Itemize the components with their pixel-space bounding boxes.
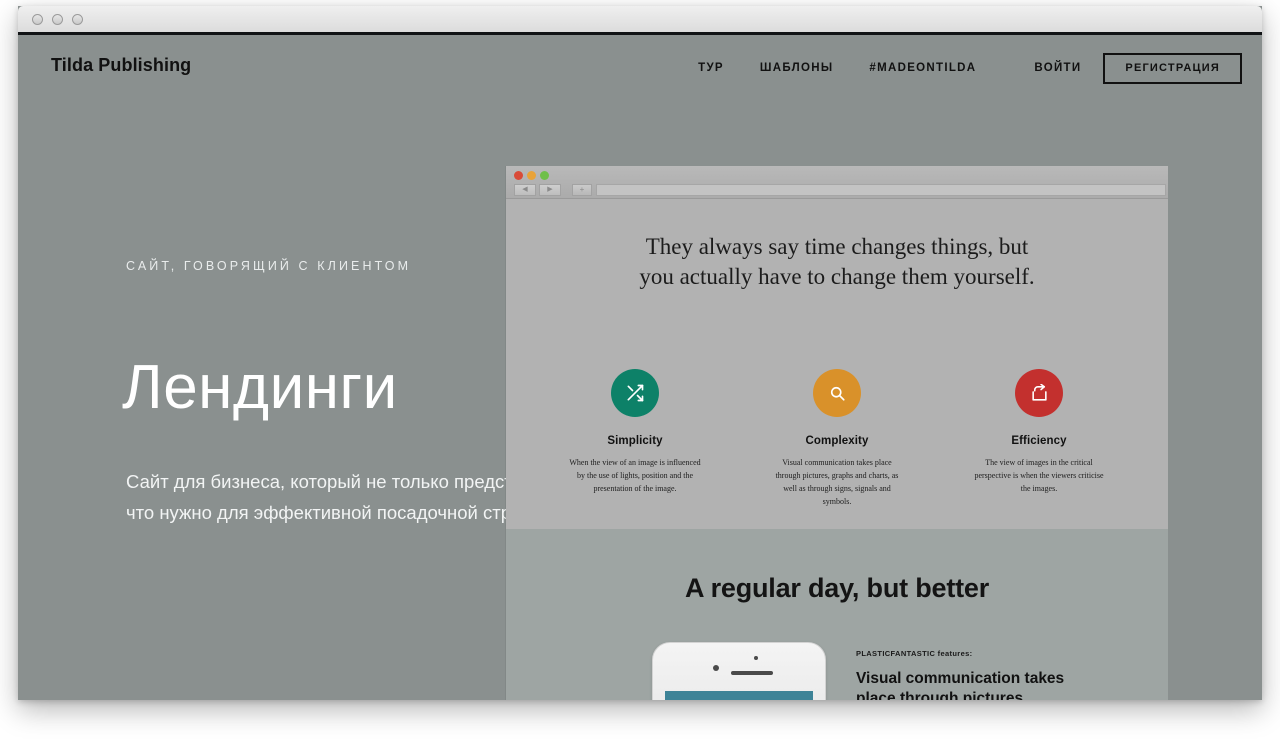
- nav-madeontilda[interactable]: #MADEONTILDA: [851, 51, 994, 85]
- hero-eyebrow: САЙТ, ГОВОРЯЩИЙ С КЛИЕНТОМ: [126, 259, 412, 273]
- page-title: Лендинги: [122, 353, 398, 422]
- os-zoom-button[interactable]: [72, 14, 83, 25]
- brand-logo[interactable]: Tilda Publishing: [51, 55, 191, 76]
- browser-mockup: ◀ ▶ + They always say time changes thing…: [506, 166, 1168, 700]
- phone-screen: [665, 691, 813, 700]
- shuffle-icon: [611, 369, 659, 417]
- new-tab-icon[interactable]: +: [572, 184, 592, 196]
- site-header: Tilda Publishing ТУР ШАБЛОНЫ #MADEONTILD…: [18, 35, 1262, 97]
- mockup-zoom-button[interactable]: [540, 171, 549, 180]
- feature-simplicity: Simplicity When the view of an image is …: [560, 369, 710, 509]
- os-window-titlebar: [18, 6, 1262, 35]
- mockup-section-promo: A regular day, but better PLASTICFANTAST…: [506, 529, 1168, 700]
- search-icon: [813, 369, 861, 417]
- nav-tour[interactable]: ТУР: [680, 51, 742, 85]
- mockup-section-quote: They always say time changes things, but…: [506, 199, 1168, 529]
- phone-sensor-icon: [754, 656, 758, 660]
- os-close-button[interactable]: [32, 14, 43, 25]
- feature-row: Simplicity When the view of an image is …: [506, 369, 1168, 509]
- promo-kicker: PLASTICFANTASTIC features:: [856, 649, 973, 658]
- page-viewport: Tilda Publishing ТУР ШАБЛОНЫ #MADEONTILD…: [18, 35, 1262, 700]
- promo-block: PLASTICFANTASTIC features: Visual commun…: [856, 649, 1086, 700]
- promo-heading: Visual communication takes place through…: [856, 670, 1065, 700]
- feature-title: Complexity: [805, 435, 869, 447]
- forward-icon[interactable]: ▶: [539, 184, 561, 196]
- feature-complexity: Complexity Visual communication takes pl…: [762, 369, 912, 509]
- back-icon[interactable]: ◀: [514, 184, 536, 196]
- mockup-quote: They always say time changes things, but…: [639, 234, 1035, 290]
- main-nav: ТУР ШАБЛОНЫ #MADEONTILDA ВОЙТИ РЕГИСТРАЦ…: [680, 51, 1242, 85]
- mockup-section-heading: A regular day, but better: [684, 573, 990, 603]
- nav-login[interactable]: ВОЙТИ: [1016, 51, 1103, 85]
- nav-templates[interactable]: ШАБЛОНЫ: [742, 51, 852, 85]
- mockup-close-button[interactable]: [514, 171, 523, 180]
- phone-mockup: [652, 642, 826, 700]
- feature-text: Visual communication takes place through…: [775, 458, 899, 506]
- feature-title: Simplicity: [607, 435, 663, 447]
- mockup-minimize-button[interactable]: [527, 171, 536, 180]
- mockup-tab-strip[interactable]: [596, 184, 1166, 196]
- feature-text: The view of images in the critical persp…: [974, 458, 1104, 493]
- feature-title: Efficiency: [1011, 435, 1067, 447]
- feature-text: When the view of an image is influenced …: [569, 458, 701, 493]
- mockup-browser-chrome: ◀ ▶ +: [506, 166, 1168, 199]
- feature-efficiency: Efficiency The view of images in the cri…: [964, 369, 1114, 509]
- phone-camera-icon: [713, 665, 719, 671]
- register-button[interactable]: РЕГИСТРАЦИЯ: [1103, 52, 1242, 84]
- os-minimize-button[interactable]: [52, 14, 63, 25]
- os-window: Tilda Publishing ТУР ШАБЛОНЫ #MADEONTILD…: [18, 6, 1262, 700]
- share-export-icon: [1015, 369, 1063, 417]
- phone-speaker-icon: [731, 671, 773, 675]
